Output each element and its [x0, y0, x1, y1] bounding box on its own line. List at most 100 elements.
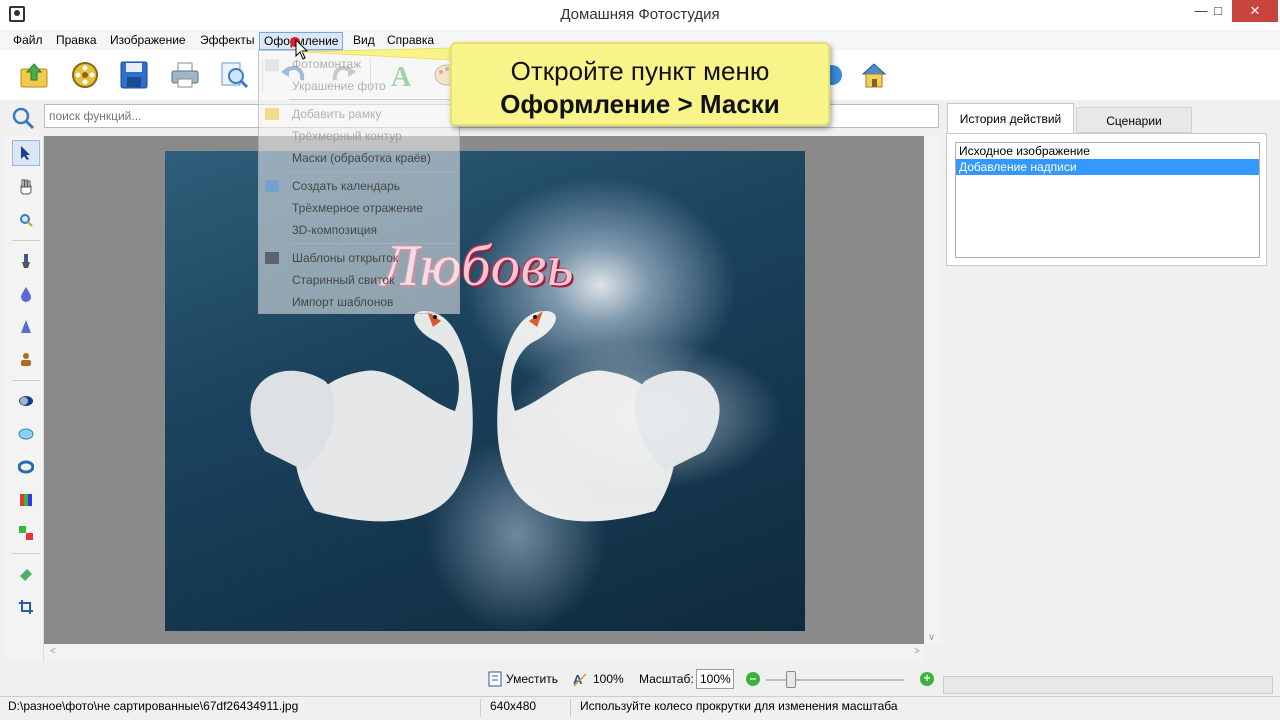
menu-image[interactable]: Изображение [106, 32, 190, 50]
panel-scrollbar[interactable] [943, 676, 1273, 694]
ring-tool-button[interactable] [12, 454, 40, 480]
magnifier-preview-icon [221, 62, 249, 89]
lens-tool-button[interactable] [12, 421, 40, 447]
eraser-tool-button[interactable] [12, 561, 40, 587]
design-dropdown-menu: Фотомонтаж Украшение фото Добавить рамку… [258, 50, 460, 314]
home-button[interactable] [857, 58, 891, 92]
dropdown-item-add-frame[interactable]: Добавить рамку [292, 107, 381, 121]
contrast-tool-button[interactable] [12, 388, 40, 414]
crop-icon [19, 600, 33, 614]
callout-line-1: Откройте пункт меню [510, 56, 770, 86]
scroll-right-icon[interactable]: > [914, 646, 920, 657]
dropdown-item-3d-reflection[interactable]: Трёхмерное отражение [292, 201, 423, 215]
menu-file[interactable]: Файл [9, 32, 47, 50]
status-divider [570, 699, 571, 717]
maximize-button[interactable]: □ [1203, 0, 1233, 22]
calendar-icon [265, 180, 279, 192]
postcard-icon [265, 252, 279, 264]
zoom-in-icon[interactable]: + [920, 672, 934, 686]
right-panel: История действий Сценарии Исходное изобр… [943, 100, 1280, 662]
photomontage-icon [265, 59, 279, 71]
history-item[interactable]: Исходное изображение [956, 143, 1259, 159]
status-image-size: 640x480 [490, 699, 537, 713]
stamp-icon [21, 353, 31, 366]
pointer-arrow-icon [21, 146, 30, 160]
hand-icon [20, 179, 32, 195]
open-folder-button[interactable] [17, 58, 51, 92]
status-hint: Используйте колесо прокрутки для изменен… [580, 699, 898, 713]
pointer-tool-button[interactable] [12, 140, 40, 166]
sharpen-tool-button[interactable] [12, 314, 40, 340]
dropdown-item-postcards[interactable]: Шаблоны открыток [292, 251, 398, 265]
dropdown-item-decorate[interactable]: Украшение фото [292, 79, 386, 93]
open-folder-icon [20, 63, 48, 88]
status-bar: D:\разное\фото\не сартированные\67df2643… [0, 696, 1280, 720]
scroll-left-icon[interactable]: < [50, 646, 56, 657]
house-icon [861, 63, 887, 88]
zoom-out-icon[interactable]: – [746, 672, 760, 686]
fit-page-icon [488, 671, 502, 687]
film-reel-icon [72, 62, 98, 88]
zoom-slider-thumb[interactable] [785, 671, 796, 688]
replace-color-tool-button[interactable] [12, 520, 40, 546]
dropdown-item-scroll[interactable]: Старинный свиток [292, 273, 394, 287]
close-button[interactable]: ✕ [1232, 0, 1278, 22]
dropdown-separator [289, 243, 457, 244]
dropdown-item-import[interactable]: Импорт шаблонов [292, 295, 393, 309]
menu-edit[interactable]: Правка [52, 32, 101, 50]
dropdown-separator [289, 99, 457, 100]
callout-line-2: Оформление > Маски [500, 89, 780, 119]
dropdown-separator [289, 171, 457, 172]
search-icon [10, 105, 36, 131]
frame-icon [265, 108, 279, 120]
history-item[interactable]: Добавление надписи [956, 159, 1259, 175]
horizontal-scrollbar[interactable]: < > [44, 644, 924, 662]
scale-input[interactable] [696, 669, 734, 689]
drop-tool-button[interactable] [12, 281, 40, 307]
preview-button[interactable] [217, 58, 251, 92]
floppy-save-icon [120, 61, 148, 89]
film-button[interactable] [68, 58, 102, 92]
tools-separator [12, 553, 40, 554]
print-button[interactable] [168, 58, 202, 92]
brush-icon [22, 254, 30, 268]
history-panel: Исходное изображение Добавление надписи [946, 133, 1267, 266]
lens-icon [18, 428, 34, 440]
tools-separator [12, 380, 40, 381]
instruction-callout: Откройте пункт меню Оформление > Маски [450, 42, 830, 126]
tools-separator [12, 240, 40, 241]
water-drop-icon [21, 287, 31, 302]
printer-icon [171, 62, 199, 88]
hand-tool-button[interactable] [12, 174, 40, 200]
dropdown-item-3d-composition[interactable]: 3D-композиция [292, 223, 377, 237]
actual-size-button[interactable]: 100% [593, 672, 624, 686]
status-divider [480, 699, 481, 717]
scroll-down-icon[interactable]: ∨ [928, 632, 935, 643]
brush-tool-button[interactable] [12, 248, 40, 274]
tools-column [6, 136, 44, 662]
eraser-icon [20, 569, 32, 581]
dropdown-item-masks[interactable]: Маски (обработка краёв) [292, 151, 431, 165]
fit-button[interactable]: Уместить [506, 672, 558, 686]
menu-effects[interactable]: Эффекты [196, 32, 259, 50]
vertical-scrollbar[interactable]: ∨ [924, 136, 941, 644]
dropdown-item-calendar[interactable]: Создать календарь [292, 179, 400, 193]
status-file-path: D:\разное\фото\не сартированные\67df2643… [8, 699, 299, 713]
ring-icon [18, 460, 34, 474]
dropdown-item-3d-contour[interactable]: Трёхмерный контур [292, 129, 402, 143]
tab-history[interactable]: История действий [947, 103, 1074, 133]
tab-scripts[interactable]: Сценарии [1076, 107, 1192, 133]
crop-tool-button[interactable] [12, 594, 40, 620]
callout-pointer [301, 47, 456, 61]
scale-label: Масштаб: [639, 672, 694, 686]
cone-icon [21, 320, 31, 333]
zoom-bar: Уместить A 100% Масштаб: – + [44, 664, 942, 694]
color-bars-icon [20, 494, 32, 506]
levels-tool-button[interactable] [12, 487, 40, 513]
color-swap-icon [19, 526, 33, 540]
stamp-tool-button[interactable] [12, 347, 40, 373]
actual-size-icon: A [573, 672, 587, 687]
zoom-magnifier-icon [20, 214, 33, 227]
save-button[interactable] [117, 58, 151, 92]
zoom-tool-button[interactable] [12, 207, 40, 233]
